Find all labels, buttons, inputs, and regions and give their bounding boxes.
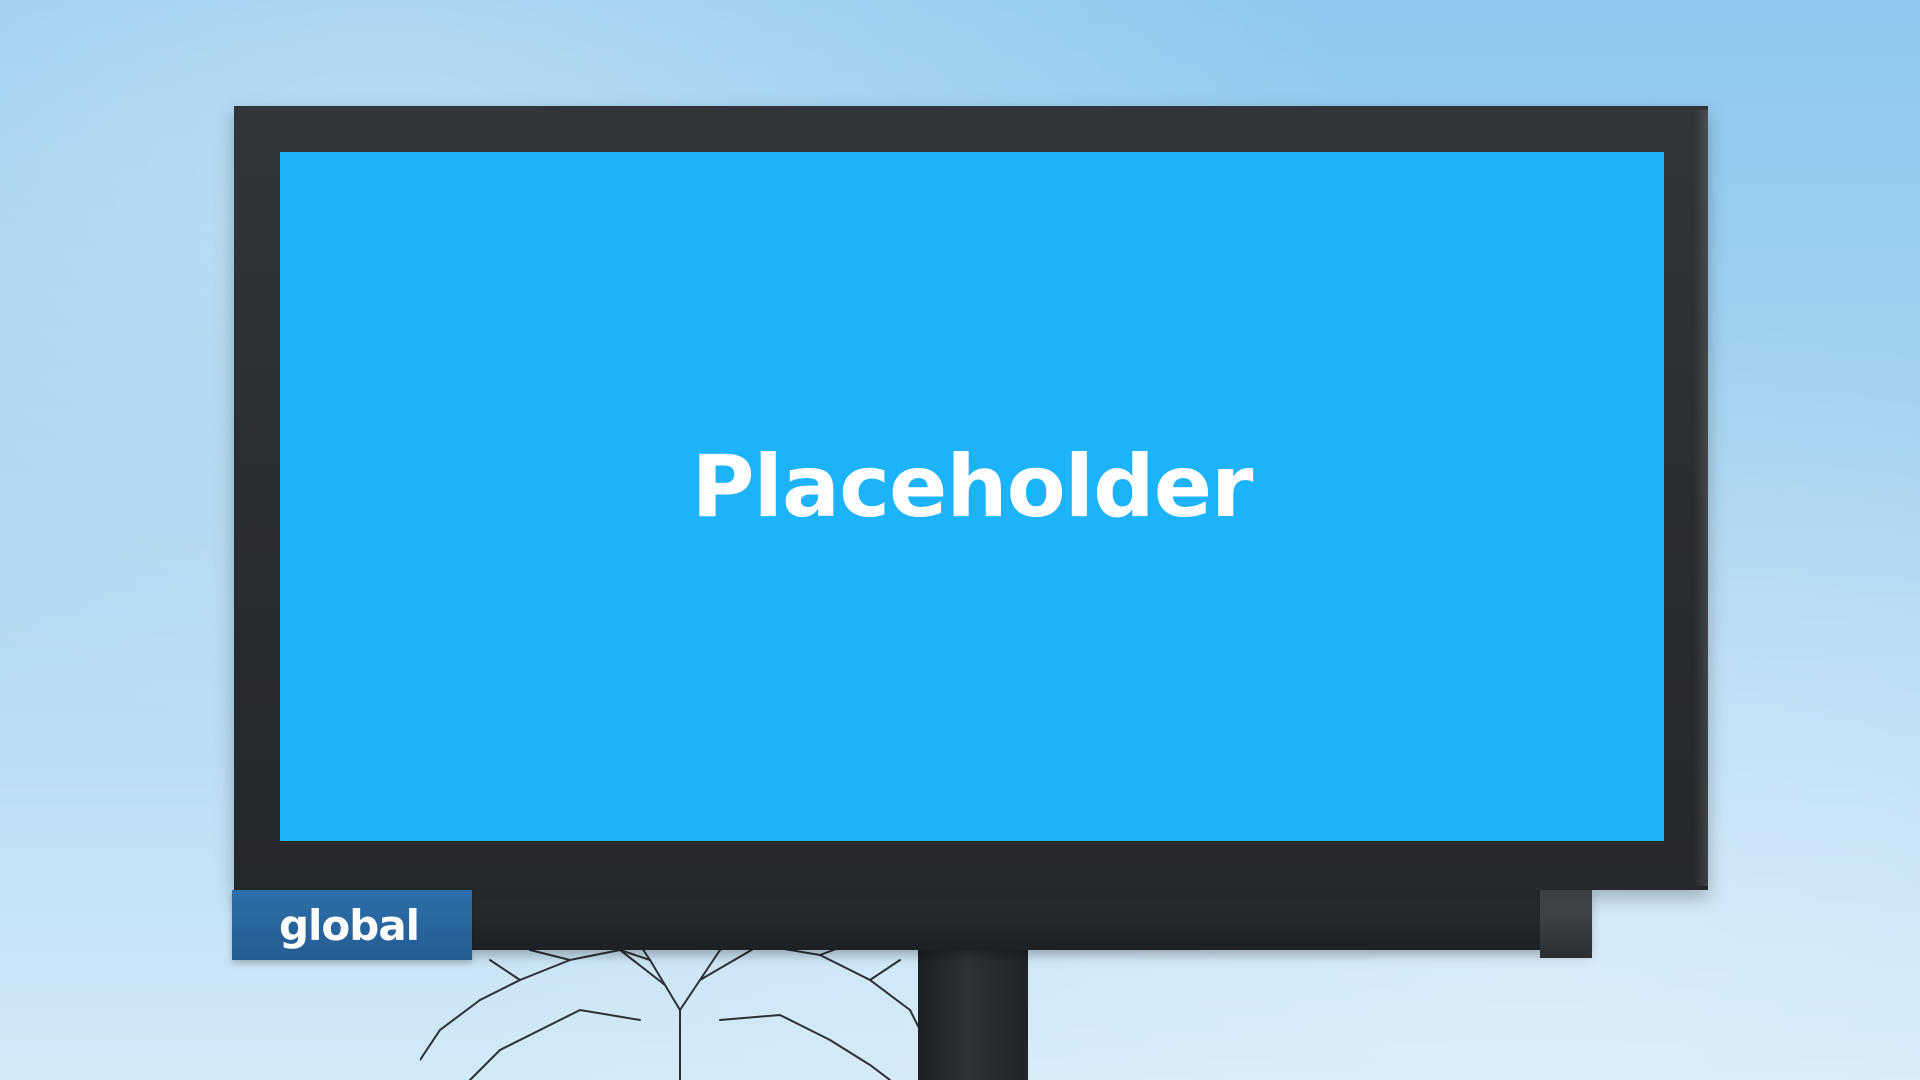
billboard-frame-edge (1694, 110, 1708, 886)
global-logo-plate: global (232, 890, 472, 960)
outdoor-scene: Placeholder global (0, 0, 1920, 1080)
billboard-placeholder-text: Placeholder (691, 436, 1254, 537)
billboard-screen: Placeholder (280, 152, 1664, 841)
global-logo: global (278, 900, 420, 950)
billboard-support-beam (470, 890, 1590, 950)
billboard-support-bracket (1540, 890, 1592, 958)
